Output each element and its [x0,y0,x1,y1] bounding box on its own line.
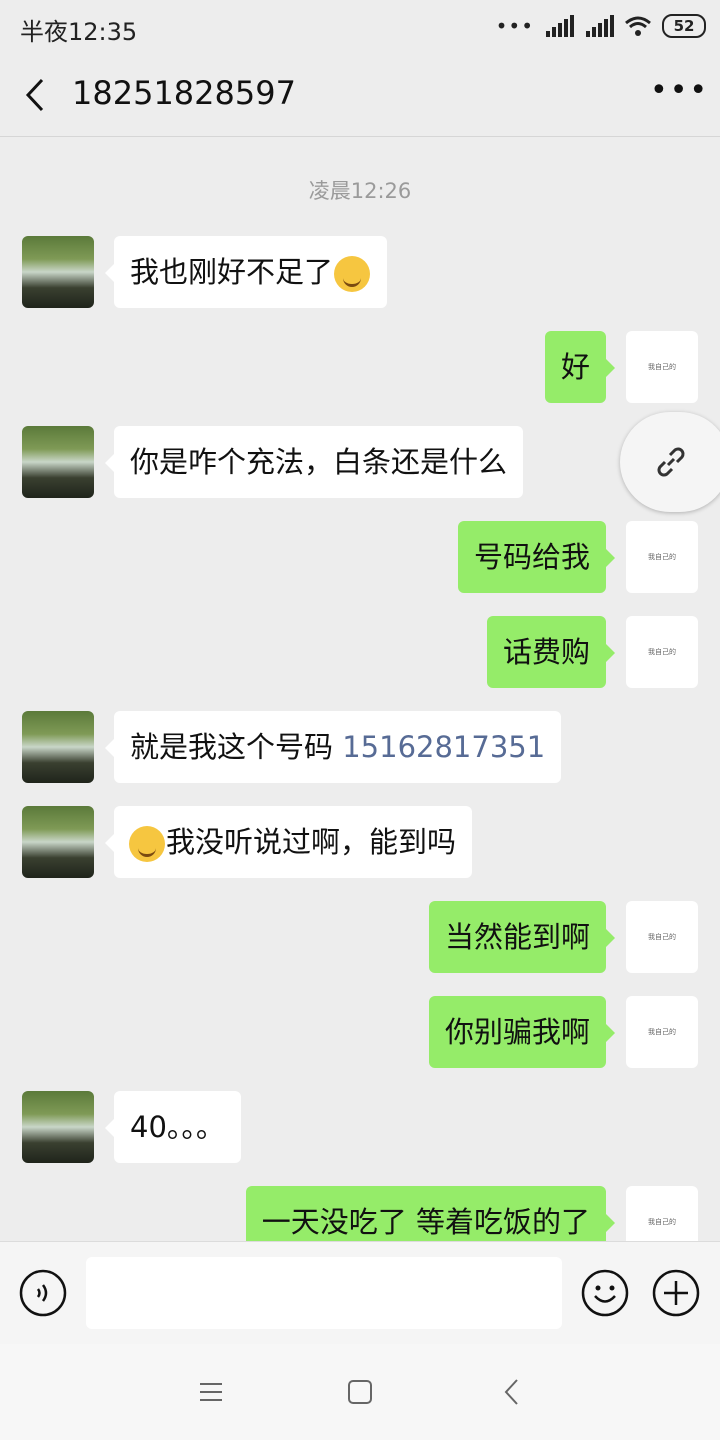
message-text: 一天没吃了 等着吃饭的了 [261,1205,590,1239]
message-bubble-sent[interactable]: 当然能到啊 [428,901,616,973]
status-icons: ••• 52 [496,12,706,40]
message-text: 当然能到啊 [444,920,590,954]
floating-link-button[interactable] [620,412,720,512]
signal-icon-1 [546,15,574,37]
voice-input-button[interactable] [19,1269,67,1317]
message-text: 你是咋个充法，白条还是什么 [130,445,508,479]
more-notifications-icon: ••• [495,14,534,38]
message-input-bar [0,1241,720,1345]
add-attachment-button[interactable] [652,1269,700,1317]
message-timestamp: 凌晨12:26 [308,179,412,203]
phone-number-link[interactable]: 15162817351 [342,730,545,764]
self-avatar[interactable]: 我自己的 [626,996,698,1068]
message-bubble-received[interactable]: 就是我这个号码 15162817351 [104,711,562,783]
self-avatar-text: 我自己的 [648,363,676,371]
signal-icon-2 [586,15,614,37]
message-bubble-received[interactable]: 我也刚好不足了 [104,236,388,308]
message-text: 好 [560,350,590,384]
message-text: 我没听说过啊，能到吗 [166,825,457,859]
sweat-emoji-icon [334,256,371,292]
message-text: 话费购 [502,635,590,669]
link-icon [657,447,685,477]
self-avatar[interactable]: 我自己的 [626,901,698,973]
home-icon[interactable] [345,1376,375,1408]
message-bubble-sent[interactable]: 你别骗我啊 [428,996,616,1068]
message-bubble-received[interactable]: 我没听说过啊，能到吗 [104,806,473,878]
self-avatar[interactable]: 我自己的 [626,521,698,593]
message-bubble-received[interactable]: 你是咋个充法，白条还是什么 [104,426,524,498]
more-options-button[interactable]: ••• [650,76,707,112]
message-text-input[interactable] [86,1257,562,1329]
recent-apps-icon[interactable] [196,1376,226,1408]
contact-avatar[interactable] [22,426,94,498]
back-button[interactable] [14,72,58,118]
self-avatar[interactable]: 我自己的 [626,1186,698,1241]
message-text: 40。。。 [130,1110,225,1144]
message-bubble-sent[interactable]: 号码给我 [457,521,616,593]
emoji-button[interactable] [581,1269,629,1317]
self-avatar-text: 我自己的 [648,1028,676,1036]
contact-avatar[interactable] [22,711,94,783]
message-text: 号码给我 [473,540,590,574]
message-text: 你别骗我啊 [444,1015,590,1049]
message-bubble-received[interactable]: 40。。。 [105,1091,241,1163]
system-navigation-bar [0,1344,720,1440]
contact-avatar[interactable] [22,236,94,308]
system-back-icon[interactable] [497,1376,527,1408]
message-bubble-sent[interactable]: 好 [544,331,616,403]
self-avatar-text: 我自己的 [648,648,676,656]
message-bubble-sent[interactable]: 话费购 [486,616,616,688]
chat-title: 18251828597 [72,74,296,112]
status-time: 半夜12:35 [20,18,138,46]
message-text: 我也刚好不足了 [130,255,334,289]
laughing-tears-emoji-icon [129,826,165,862]
self-avatar[interactable]: 我自己的 [626,616,698,688]
self-avatar-text: 我自己的 [648,933,676,941]
wifi-icon [625,16,651,36]
message-text: 就是我这个号码 [130,730,343,764]
battery-indicator: 52 [662,14,706,38]
contact-avatar[interactable] [22,1091,94,1163]
chat-header: 18251828597 ••• [0,54,720,137]
contact-avatar[interactable] [22,806,94,878]
status-bar: 半夜12:35 ••• 52 [0,0,720,54]
chat-message-list[interactable]: 凌晨12:26 我也刚好不足了 我自己的 好 你是咋个充法，白条还是什么 我自己… [0,137,720,1241]
message-bubble-sent[interactable]: 一天没吃了 等着吃饭的了 [245,1186,616,1241]
self-avatar-text: 我自己的 [648,1218,676,1226]
self-avatar[interactable]: 我自己的 [626,331,698,403]
self-avatar-text: 我自己的 [648,553,676,561]
